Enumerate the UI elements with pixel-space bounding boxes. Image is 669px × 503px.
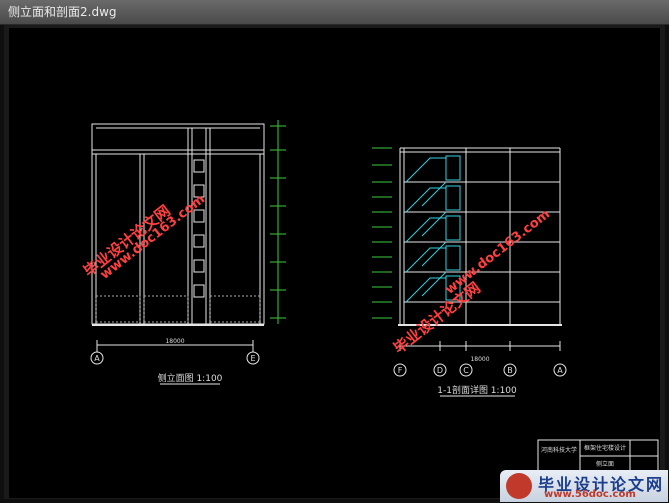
left-caption: 侧立面图 1:100 [158, 372, 223, 384]
logo-seal-icon [506, 473, 532, 499]
axis-label-e: E [250, 354, 255, 363]
right-level-marks [372, 147, 392, 319]
axis-label-f: F [398, 366, 403, 375]
axis-label-b: B [507, 366, 513, 375]
axis-label-c: C [463, 366, 469, 375]
title-block-sheet: 侧立面 [596, 460, 614, 468]
right-dim-text: 18000 [470, 356, 489, 363]
footer-logo: 毕业设计论文网 www.56doc.com [500, 470, 668, 502]
footer-logo-url: www.56doc.com [544, 489, 636, 500]
left-dim-text: 18000 [165, 338, 184, 345]
axis-label-a-right: A [557, 366, 563, 375]
axis-label-d: D [437, 366, 443, 375]
cad-drawing: A E 18000 侧立面图 1:100 F D C B A 18000 1-1… [80, 120, 659, 475]
left-level-marks [270, 120, 286, 324]
title-block-school: 河南科技大学 [541, 446, 577, 454]
watermarks: www.doc163.com 毕业设计论文网 www.doc163.com 毕业… [80, 192, 553, 358]
watermark-url-right: www.doc163.com [443, 207, 553, 298]
axis-label-a: A [94, 354, 100, 363]
title-block-project: 框架住宅楼设计 [584, 444, 626, 452]
watermark-url-left: www.doc163.com [98, 192, 208, 283]
right-caption: 1-1剖面详图 1:100 [437, 384, 517, 396]
